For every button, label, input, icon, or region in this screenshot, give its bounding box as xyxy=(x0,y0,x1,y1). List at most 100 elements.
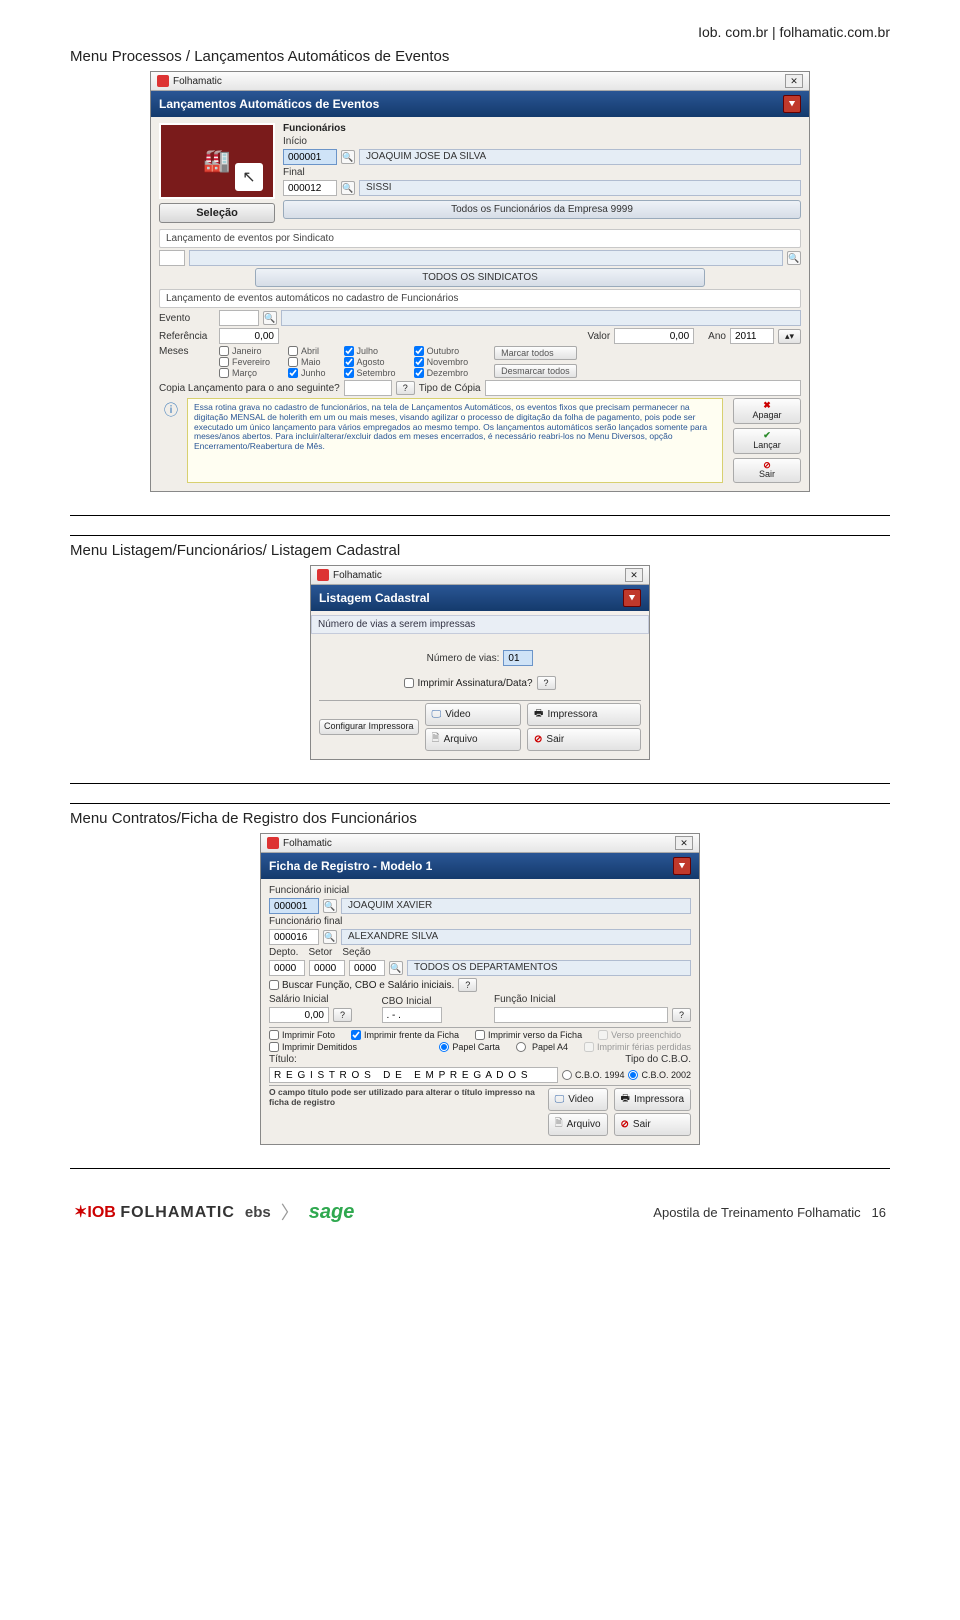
search-icon[interactable]: 🔍 xyxy=(389,961,403,975)
configurar-impressora-button[interactable]: Configurar Impressora xyxy=(319,719,419,735)
lancar-button[interactable]: ✔Lançar xyxy=(733,428,801,454)
month-dez-checkbox[interactable]: Dezembro xyxy=(414,368,469,378)
month-jul-checkbox[interactable]: Julho xyxy=(344,346,396,356)
collapse-icon[interactable]: ⯆ xyxy=(673,857,691,875)
foto-checkbox[interactable]: Imprimir Foto xyxy=(269,1030,335,1040)
func-ini-label: Funcionário inicial xyxy=(269,885,691,896)
video-button[interactable]: 🖵Video xyxy=(425,703,521,726)
func-fin-code-input[interactable] xyxy=(269,929,319,945)
todos-sindicatos-button[interactable]: TODOS OS SINDICATOS xyxy=(255,268,704,287)
final-code-input[interactable] xyxy=(283,180,337,196)
screenshot-listagem: Folhamatic ✕ Listagem Cadastral ⯆ Número… xyxy=(310,565,650,760)
cbo-input[interactable] xyxy=(382,1007,442,1023)
verso-checkbox[interactable]: Imprimir verso da Ficha xyxy=(475,1030,582,1040)
todos-funcionarios-button[interactable]: Todos os Funcionários da Empresa 9999 xyxy=(283,200,801,219)
month-mar-checkbox[interactable]: Março xyxy=(219,368,270,378)
evento-input[interactable] xyxy=(219,310,259,326)
sair-button[interactable]: ⊘Sair xyxy=(527,728,641,751)
papel-carta-radio[interactable]: Papel Carta xyxy=(439,1042,500,1052)
month-set-checkbox[interactable]: Setembro xyxy=(344,368,396,378)
search-icon[interactable]: 🔍 xyxy=(323,930,337,944)
close-icon[interactable]: ✕ xyxy=(785,74,803,88)
arquivo-button[interactable]: 🗎Arquivo xyxy=(425,728,521,751)
impressora-button[interactable]: 🖶Impressora xyxy=(527,703,641,726)
secao-input[interactable] xyxy=(349,960,385,976)
app-icon xyxy=(267,837,279,849)
page-footer: ✶IOB FOLHAMATIC ebs 〉 sage Apostila de T… xyxy=(70,1199,890,1225)
file-icon: 🗎 xyxy=(432,731,440,748)
impressora-button[interactable]: 🖶Impressora xyxy=(614,1088,691,1111)
assinatura-checkbox[interactable]: Imprimir Assinatura/Data? xyxy=(404,678,532,689)
copia-label: Copia Lançamento para o ano seguinte? xyxy=(159,383,340,394)
funcao-label: Função Inicial xyxy=(494,994,691,1005)
papel-a4-radio[interactable]: Papel A4 xyxy=(516,1042,568,1052)
window1-title: Folhamatic xyxy=(173,76,222,87)
search-icon[interactable]: 🔍 xyxy=(787,251,801,265)
inicio-code-input[interactable] xyxy=(283,149,337,165)
month-out-checkbox[interactable]: Outubro xyxy=(414,346,469,356)
close-icon[interactable]: ✕ xyxy=(625,568,643,582)
copia-select[interactable] xyxy=(344,380,392,396)
ano-stepper[interactable]: ▴▾ xyxy=(778,329,801,344)
help-icon[interactable]: ? xyxy=(333,1008,352,1022)
month-fev-checkbox[interactable]: Fevereiro xyxy=(219,357,270,367)
help-icon[interactable]: ? xyxy=(537,676,556,690)
sair-button[interactable]: ⊘Sair xyxy=(733,458,801,484)
close-icon: ⊘ xyxy=(621,1119,629,1130)
depto-input[interactable] xyxy=(269,960,305,976)
valor-input[interactable] xyxy=(614,328,694,344)
search-icon[interactable]: 🔍 xyxy=(341,181,355,195)
marcar-todos-button[interactable]: Marcar todos xyxy=(494,346,577,360)
window3-titlebar: Folhamatic ✕ xyxy=(261,834,699,853)
numvias-label: Número de vias: xyxy=(427,653,500,664)
depto-label: Depto. xyxy=(269,947,298,958)
setor-input[interactable] xyxy=(309,960,345,976)
video-button[interactable]: 🖵Video xyxy=(548,1088,608,1111)
setor-label: Setor xyxy=(308,947,332,958)
tipo-copia-input[interactable] xyxy=(485,380,801,396)
titulo-input[interactable] xyxy=(269,1067,558,1083)
search-icon[interactable]: 🔍 xyxy=(323,899,337,913)
help-icon[interactable]: ? xyxy=(458,978,477,992)
search-icon[interactable]: 🔍 xyxy=(263,311,277,325)
window2-subheader: Número de vias a serem impressas xyxy=(311,615,649,634)
numvias-input[interactable] xyxy=(503,650,533,666)
sindicato-code-input[interactable] xyxy=(159,250,185,266)
buscar-checkbox[interactable]: Buscar Função, CBO e Salário iniciais. xyxy=(269,980,454,991)
month-jan-checkbox[interactable]: Janeiro xyxy=(219,346,270,356)
month-nov-checkbox[interactable]: Novembro xyxy=(414,357,469,367)
delete-icon: ✖ xyxy=(763,400,771,410)
page-number: 16 xyxy=(872,1205,886,1220)
search-icon[interactable]: 🔍 xyxy=(341,150,355,164)
close-icon[interactable]: ✕ xyxy=(675,836,693,850)
month-mai-checkbox[interactable]: Maio xyxy=(288,357,326,367)
func-ini-code-input[interactable] xyxy=(269,898,319,914)
cbo-2002-radio[interactable]: C.B.O. 2002 xyxy=(628,1070,691,1080)
apagar-button[interactable]: ✖Apagar xyxy=(733,398,801,424)
auto-header: Lançamento de eventos automáticos no cad… xyxy=(159,289,801,308)
salario-input[interactable] xyxy=(269,1007,329,1023)
funcao-input[interactable] xyxy=(494,1007,668,1023)
ano-input[interactable] xyxy=(730,328,774,344)
cbo-label: CBO Inicial xyxy=(382,996,481,1007)
help-icon[interactable]: ? xyxy=(396,381,415,395)
referencia-input[interactable] xyxy=(219,328,279,344)
collapse-icon[interactable]: ⯆ xyxy=(783,95,801,113)
tipo-cbo-label: Tipo do C.B.O. xyxy=(625,1054,691,1065)
selecao-button[interactable]: Seleção xyxy=(159,203,275,223)
frente-checkbox[interactable]: Imprimir frente da Ficha xyxy=(351,1030,459,1040)
month-abr-checkbox[interactable]: Abril xyxy=(288,346,326,356)
todos-deptos: TODOS OS DEPARTAMENTOS xyxy=(407,960,691,976)
cbo-1994-radio[interactable]: C.B.O. 1994 xyxy=(562,1070,625,1080)
month-ago-checkbox[interactable]: Agosto xyxy=(344,357,396,367)
collapse-icon[interactable]: ⯆ xyxy=(623,589,641,607)
section3-title: Menu Contratos/Ficha de Registro dos Fun… xyxy=(70,810,890,827)
sair-button[interactable]: ⊘Sair xyxy=(614,1113,691,1136)
demitidos-checkbox[interactable]: Imprimir Demitidos xyxy=(269,1042,357,1052)
help-icon[interactable]: ? xyxy=(672,1008,691,1022)
selecao-image: 🏭 ↖ xyxy=(159,123,275,199)
month-jun-checkbox[interactable]: Junho xyxy=(288,368,326,378)
desmarcar-todos-button[interactable]: Desmarcar todos xyxy=(494,364,577,378)
writing-line xyxy=(70,770,890,784)
arquivo-button[interactable]: 🗎Arquivo xyxy=(548,1113,608,1136)
